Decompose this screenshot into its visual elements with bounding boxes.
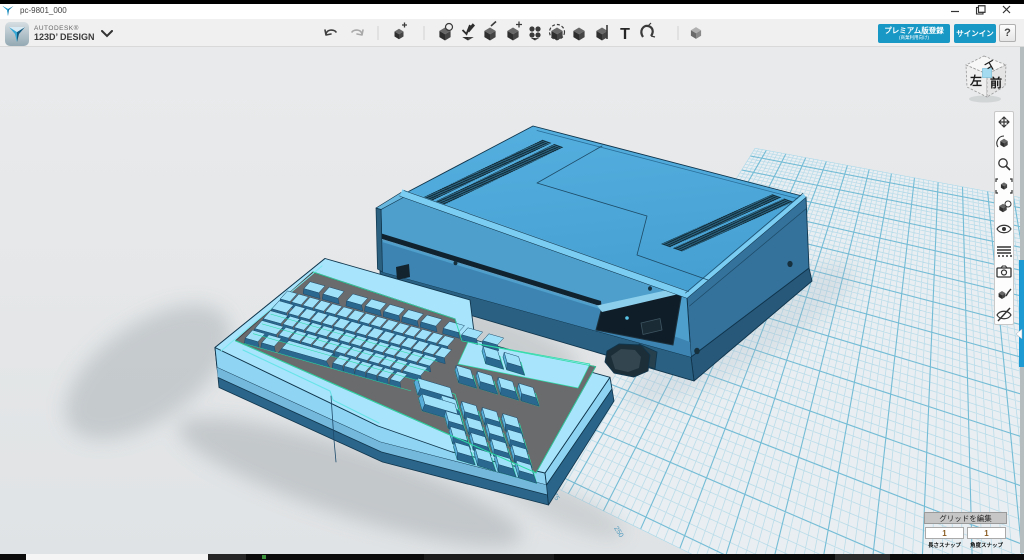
svg-text:前: 前 xyxy=(990,75,1002,90)
svg-text:左: 左 xyxy=(969,73,982,88)
svg-text:T: T xyxy=(620,26,630,43)
